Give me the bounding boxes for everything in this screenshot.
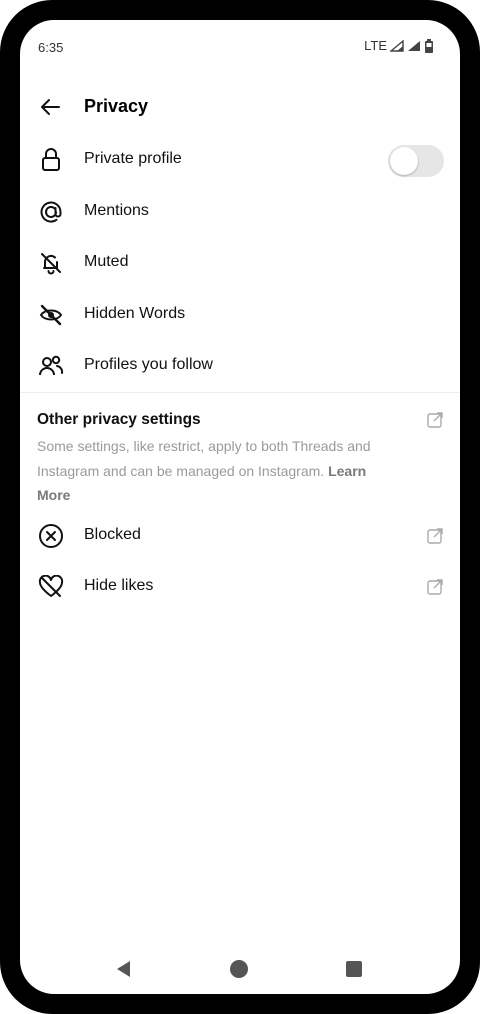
menu-item-hide-likes[interactable]: Hide likes	[20, 562, 460, 612]
signal-icon-2	[408, 40, 420, 51]
other-privacy-heading: Other privacy settings	[37, 411, 201, 428]
eye-off-icon	[38, 302, 64, 328]
menu-item-label: Private profile	[84, 150, 182, 167]
section-divider	[20, 392, 460, 393]
menu-item-muted[interactable]: Muted	[20, 238, 460, 288]
network-label: LTE	[364, 38, 387, 53]
description-text: Some settings, like restrict, apply to b…	[37, 438, 371, 479]
menu-item-blocked[interactable]: Blocked	[20, 511, 460, 561]
external-link-icon	[427, 412, 443, 428]
system-navigation-bar	[20, 948, 460, 988]
page-title: Privacy	[84, 96, 149, 116]
external-link-icon	[427, 579, 443, 595]
header: Privacy	[20, 82, 460, 132]
bell-off-icon	[38, 250, 64, 276]
status-time: 6:35	[38, 40, 64, 55]
menu-item-label: Hidden Words	[84, 305, 186, 322]
arrow-left-icon	[41, 99, 60, 115]
other-privacy-settings[interactable]: Other privacy settings Some settings, li…	[20, 404, 460, 508]
external-link-icon	[427, 528, 443, 544]
menu-item-label: Profiles you follow	[84, 356, 213, 373]
nav-home-icon[interactable]	[230, 960, 248, 978]
blocked-icon	[38, 523, 64, 549]
lock-icon	[38, 147, 64, 173]
nav-back-icon[interactable]	[115, 960, 131, 978]
menu-item-label: Muted	[84, 253, 129, 270]
menu-item-hidden-words[interactable]: Hidden Words	[20, 290, 460, 340]
menu-item-private-profile[interactable]: Private profile	[20, 135, 460, 185]
back-button[interactable]	[36, 93, 64, 121]
heart-off-icon	[38, 574, 64, 600]
threads-at-icon	[38, 199, 64, 225]
nav-recents-icon[interactable]	[346, 961, 362, 977]
toggle-knob	[390, 147, 418, 175]
menu-item-label: Mentions	[84, 202, 149, 219]
menu-item-mentions[interactable]: Mentions	[20, 187, 460, 237]
status-icons: LTE	[364, 38, 434, 53]
device-frame: 6:35 LTE Privacy Private profile Mention…	[0, 0, 480, 1014]
battery-icon	[425, 38, 433, 53]
people-icon	[38, 353, 64, 379]
private-profile-toggle[interactable]	[388, 145, 444, 177]
other-privacy-description: Some settings, like restrict, apply to b…	[37, 434, 397, 508]
status-bar: 6:35 LTE	[20, 20, 460, 76]
signal-icon	[390, 39, 404, 52]
menu-item-label: Hide likes	[84, 577, 154, 594]
menu-item-label: Blocked	[84, 526, 141, 543]
menu-item-profiles-you-follow[interactable]: Profiles you follow	[20, 341, 460, 391]
screen: 6:35 LTE Privacy Private profile Mention…	[20, 20, 460, 994]
